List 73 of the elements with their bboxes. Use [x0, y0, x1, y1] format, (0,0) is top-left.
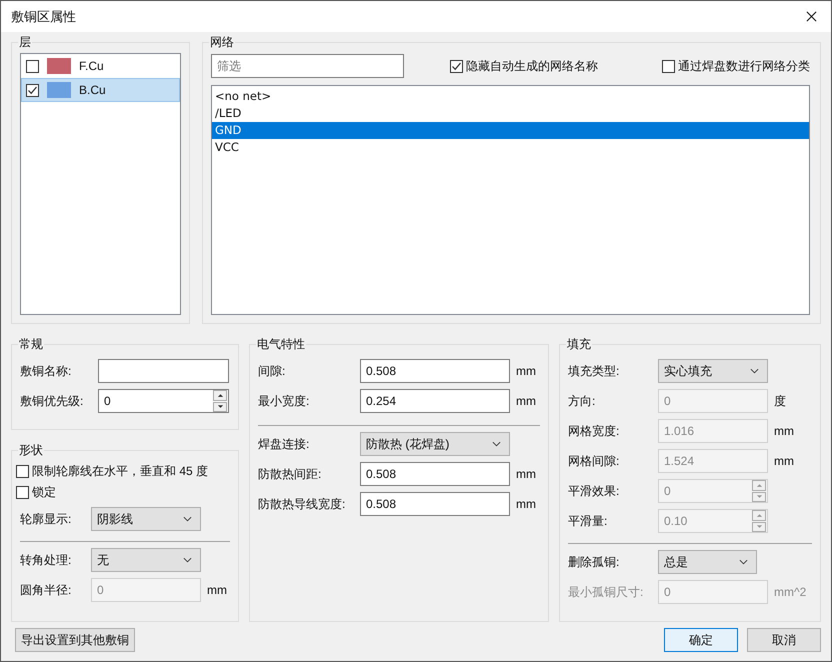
- input-field[interactable]: 0.508: [360, 359, 510, 383]
- field-label: 敷铜优先级:: [20, 392, 84, 410]
- net-item[interactable]: <no net>: [212, 88, 809, 105]
- field-label: 圆角半径:: [20, 582, 72, 598]
- group-title: 填充: [566, 336, 592, 353]
- unit-label: mm: [516, 364, 536, 378]
- checkbox-label: 锁定: [32, 484, 56, 500]
- unit-label: mm: [207, 583, 227, 597]
- unit-label: mm: [774, 424, 794, 438]
- field-label: 防散热导线宽度:: [258, 496, 346, 512]
- group-title: 电气特性: [256, 336, 306, 353]
- dropdown[interactable]: 无: [91, 548, 201, 572]
- input-field[interactable]: 0.254: [360, 389, 510, 413]
- net-item[interactable]: GND: [212, 122, 809, 139]
- chevron-icon[interactable]: [492, 441, 501, 447]
- layer-name: B.Cu: [79, 83, 106, 97]
- checkbox[interactable]: [16, 464, 29, 478]
- unit-label: mm: [516, 394, 536, 408]
- unit-label: mm: [516, 467, 536, 481]
- spin-field[interactable]: 0: [98, 389, 229, 413]
- net-item[interactable]: VCC: [212, 139, 809, 156]
- layer-row[interactable]: B.Cu: [21, 78, 180, 102]
- dropdown[interactable]: 阴影线: [91, 507, 201, 531]
- layer-checkbox[interactable]: [26, 84, 39, 96]
- field-label: 敷铜名称:: [20, 362, 72, 380]
- layer-checkbox[interactable]: [26, 60, 39, 72]
- dropdown[interactable]: 防散热 (花焊盘): [360, 432, 510, 456]
- field-label: 焊盘连接:: [258, 436, 310, 452]
- checkbox-label: 限制轮廓线在水平，垂直和 45 度: [32, 462, 208, 480]
- field-label: 网格间隙:: [568, 452, 620, 470]
- group-title: 形状: [18, 442, 44, 459]
- field-label: 平滑效果:: [568, 482, 620, 500]
- unit-label: mm: [774, 454, 794, 468]
- group-title: 层: [18, 34, 32, 51]
- filter-field[interactable]: 筛选: [211, 54, 404, 78]
- checkbox[interactable]: [662, 60, 675, 72]
- layer-name: F.Cu: [79, 59, 104, 73]
- field-label: 转角处理:: [20, 552, 72, 568]
- checkbox[interactable]: [16, 486, 29, 498]
- field-label: 方向:: [568, 392, 596, 410]
- dialog-button[interactable]: 确定: [664, 628, 738, 652]
- close-icon[interactable]: [806, 11, 817, 22]
- chevron-icon[interactable]: [183, 516, 192, 522]
- checkbox-label: 通过焊盘数进行网络分类: [678, 58, 810, 74]
- dropdown[interactable]: 总是: [658, 550, 757, 574]
- field-label: 最小孤铜尺寸:: [568, 584, 644, 600]
- layer-row[interactable]: F.Cu: [21, 54, 180, 78]
- field-label: 轮廓显示:: [20, 510, 72, 528]
- input-field[interactable]: 0.508: [360, 492, 510, 516]
- field-label: 删除孤铜:: [568, 554, 620, 570]
- group-title: 网络: [209, 34, 235, 51]
- input-field[interactable]: [98, 359, 229, 383]
- dropdown[interactable]: 实心填充: [658, 359, 768, 383]
- field-label: 防散热间距:: [258, 466, 322, 482]
- field-label: 填充类型:: [568, 362, 620, 380]
- field-label: 最小宽度:: [258, 392, 310, 410]
- dialog-button[interactable]: 导出设置到其他敷铜: [15, 628, 135, 652]
- field-label: 间隙:: [258, 362, 286, 380]
- group-title: 常规: [18, 336, 44, 353]
- unit-label: mm: [516, 497, 536, 511]
- dialog-button[interactable]: 取消: [747, 628, 821, 652]
- field-label: 平滑量:: [568, 512, 608, 530]
- input-field[interactable]: 0.508: [360, 462, 510, 486]
- field-label: 网格宽度:: [568, 422, 620, 440]
- chevron-icon[interactable]: [183, 557, 192, 563]
- net-item[interactable]: /LED: [212, 105, 809, 122]
- unit-label: 度: [774, 392, 786, 410]
- unit-label: mm^2: [774, 585, 806, 599]
- window-title: 敷铜区属性: [11, 8, 76, 26]
- checkbox-label: 隐藏自动生成的网络名称: [466, 58, 598, 74]
- chevron-icon[interactable]: [739, 559, 748, 565]
- chevron-icon[interactable]: [750, 368, 759, 374]
- checkbox[interactable]: [450, 60, 463, 72]
